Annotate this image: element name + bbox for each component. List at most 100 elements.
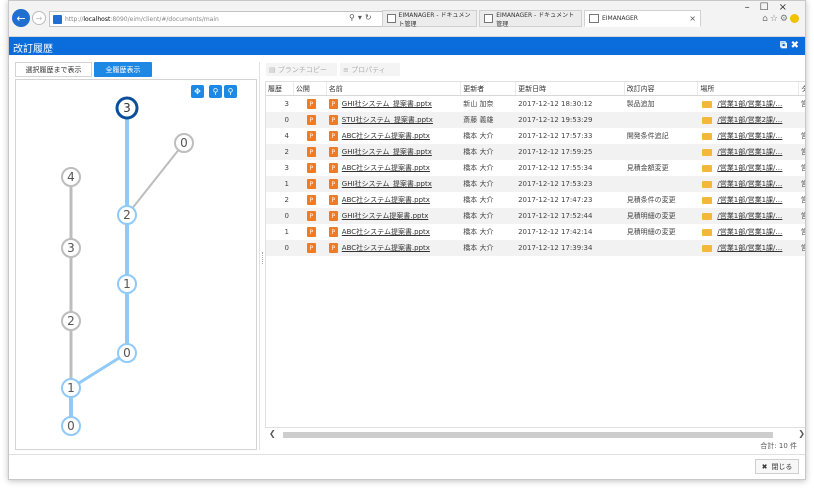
- column-header-tag[interactable]: タ: [799, 82, 805, 95]
- scroll-left-icon[interactable]: ❮: [269, 429, 276, 438]
- maximize-icon[interactable]: ☐: [760, 2, 779, 13]
- column-header-location[interactable]: 場所: [698, 82, 800, 95]
- scrollbar-thumb[interactable]: [283, 432, 773, 438]
- browser-tab-active[interactable]: EIMANAGER ×: [584, 10, 701, 27]
- feedback-smiley-icon[interactable]: [790, 14, 799, 23]
- browser-tab[interactable]: EIMANAGER - ドキュメント管理: [479, 10, 582, 28]
- graph-node[interactable]: 2: [61, 311, 81, 331]
- location-cell: /営業1部/営業1課/…: [698, 147, 799, 157]
- dropdown-icon[interactable]: ▾: [358, 13, 365, 22]
- popout-icon[interactable]: ⧉: [780, 40, 787, 51]
- document-name-link[interactable]: GHI社システム提案書.pptx: [342, 211, 429, 221]
- updated-at-cell: 2017-12-12 17:57:33: [518, 132, 593, 140]
- search-icon[interactable]: ⚲: [349, 13, 358, 22]
- table-row[interactable]: 0 P P STU社システム_提案書.pptx 斎藤 義雄 2017-12-12 19:5…: [266, 112, 805, 128]
- revision-cell: 0: [284, 116, 289, 124]
- table-row[interactable]: 4 P P ABC社システム提案書.pptx 橋本 大介 2017-12-12 17:57…: [266, 128, 805, 144]
- graph-node[interactable]: 3: [61, 238, 81, 258]
- location-link[interactable]: /営業1部/営業1課/…: [717, 163, 782, 173]
- footer-divider: [9, 454, 805, 455]
- powerpoint-file-icon: P: [306, 179, 316, 189]
- powerpoint-file-icon: P: [328, 195, 338, 205]
- revision-cell: 0: [284, 244, 289, 252]
- tag-cell: 営: [799, 99, 805, 109]
- location-link[interactable]: /営業1部/営業1課/…: [717, 99, 782, 109]
- column-header-updater[interactable]: 更新者: [461, 82, 517, 95]
- folder-icon: [702, 228, 713, 236]
- document-name-link[interactable]: GHI社システム_提案書.pptx: [342, 179, 432, 189]
- graph-node[interactable]: 1: [61, 378, 81, 398]
- scroll-right-icon[interactable]: ❯: [798, 429, 805, 438]
- document-name-link[interactable]: ABC社システム提案書.pptx: [342, 131, 430, 141]
- table-row[interactable]: 1 P P ABC社システム提案書.pptx 橋本 大介 2017-12-12 17:42…: [266, 224, 805, 240]
- refresh-icon[interactable]: ↻: [365, 13, 375, 22]
- column-header-revision-note[interactable]: 改訂内容: [625, 82, 699, 95]
- location-link[interactable]: /営業1部/営業2課/…: [717, 115, 782, 125]
- location-link[interactable]: /営業1部/営業1課/…: [717, 211, 782, 221]
- location-link[interactable]: /営業1部/営業1課/…: [717, 131, 782, 141]
- folder-icon: [702, 132, 713, 140]
- column-header-name[interactable]: 名前: [327, 82, 462, 95]
- splitter-grip[interactable]: [262, 252, 264, 264]
- table-row[interactable]: 3 P P ABC社システム提案書.pptx 橋本 大介 2017-12-12 17:55…: [266, 160, 805, 176]
- dialog-close-icon[interactable]: ✖: [791, 40, 799, 51]
- window-controls: –☐×: [745, 2, 797, 13]
- home-icon[interactable]: ⌂: [762, 14, 770, 24]
- tab-label: EIMANAGER - ドキュメント管理: [398, 11, 471, 28]
- powerpoint-file-icon: P: [328, 243, 338, 253]
- table-row[interactable]: 2 P P ABC社システム提案書.pptx 橋本 大介 2017-12-12 17:47…: [266, 192, 805, 208]
- graph-node[interactable]: 0: [117, 343, 137, 363]
- branch-copy-button[interactable]: ▤ ブランチコピー: [266, 63, 337, 76]
- document-name-link[interactable]: ABC社システム提案書.pptx: [342, 163, 430, 173]
- graph-node[interactable]: 0: [61, 416, 81, 436]
- properties-button[interactable]: ≡ プロパティ: [340, 63, 400, 76]
- revision-cell: 1: [284, 228, 289, 236]
- document-name-link[interactable]: ABC社システム提案書.pptx: [342, 243, 430, 253]
- updater-cell: 橋本 大介: [463, 228, 494, 236]
- table-row[interactable]: 2 P P GHI社システム_提案書.pptx 橋本 大介 2017-12-12 17:5…: [266, 144, 805, 160]
- graph-node-selected[interactable]: 3: [115, 96, 139, 120]
- document-name-link[interactable]: GHI社システム_提案書.pptx: [342, 147, 432, 157]
- graph-node[interactable]: 2: [117, 205, 137, 225]
- settings-gear-icon[interactable]: ⚙: [780, 14, 790, 24]
- address-bar-actions[interactable]: ⚲▾↻: [349, 13, 375, 22]
- close-button[interactable]: ✖ 閉じる: [755, 459, 799, 474]
- location-link[interactable]: /営業1部/営業1課/…: [717, 179, 782, 189]
- graph-node[interactable]: 4: [61, 167, 81, 187]
- document-name-link[interactable]: GHI社システム_提案書.pptx: [342, 99, 432, 109]
- table-row[interactable]: 0 P P GHI社システム提案書.pptx 橋本 大介 2017-12-12 17:52…: [266, 208, 805, 224]
- table-row[interactable]: 0 P P ABC社システム提案書.pptx 橋本 大介 2017-12-12 17:39…: [266, 240, 805, 256]
- powerpoint-file-icon: P: [328, 211, 338, 221]
- document-name-link[interactable]: ABC社システム提案書.pptx: [342, 195, 430, 205]
- svg-text:0: 0: [123, 346, 131, 360]
- column-header-revision[interactable]: 履歴: [266, 82, 294, 95]
- horizontal-scrollbar[interactable]: ❮ ❯: [265, 429, 805, 439]
- public-cell: P: [294, 195, 327, 205]
- location-link[interactable]: /営業1部/営業1課/…: [717, 195, 782, 205]
- document-name-link[interactable]: ABC社システム提案書.pptx: [342, 227, 430, 237]
- svg-text:1: 1: [67, 381, 75, 395]
- table-body: 3 P P GHI社システム_提案書.pptx 新山 加奈 2017-12-12 18:3…: [266, 96, 805, 256]
- location-link[interactable]: /営業1部/営業1課/…: [717, 227, 782, 237]
- location-link[interactable]: /営業1部/営業1課/…: [717, 243, 782, 253]
- table-row[interactable]: 1 P P GHI社システム_提案書.pptx 橋本 大介 2017-12-12 17:5…: [266, 176, 805, 192]
- show-all-history-button[interactable]: 全履歴表示: [94, 62, 152, 77]
- document-name-link[interactable]: STU社システム_提案書.pptx: [342, 115, 433, 125]
- column-header-public[interactable]: 公開: [294, 82, 327, 95]
- back-button[interactable]: ←: [12, 9, 30, 27]
- graph-node[interactable]: 1: [117, 274, 137, 294]
- forward-button[interactable]: →: [32, 11, 46, 25]
- graph-node[interactable]: 0: [174, 133, 194, 153]
- tab-close-icon[interactable]: ×: [689, 14, 696, 23]
- minimize-icon[interactable]: –: [745, 2, 760, 13]
- window-close-icon[interactable]: ×: [779, 2, 797, 13]
- table-row[interactable]: 3 P P GHI社システム_提案書.pptx 新山 加奈 2017-12-12 18:3…: [266, 96, 805, 112]
- browser-tab[interactable]: EIMANAGER - ドキュメント管理: [382, 10, 477, 28]
- column-header-updated-at[interactable]: 更新日時: [516, 82, 625, 95]
- name-cell: P ABC社システム提案書.pptx: [327, 243, 462, 253]
- folder-icon: [702, 196, 713, 204]
- show-to-selected-button[interactable]: 選択履歴まで表示: [15, 62, 92, 77]
- favorites-star-icon[interactable]: ☆: [770, 14, 780, 24]
- properties-label: プロパティ: [351, 65, 386, 74]
- location-link[interactable]: /営業1部/営業1課/…: [717, 147, 782, 157]
